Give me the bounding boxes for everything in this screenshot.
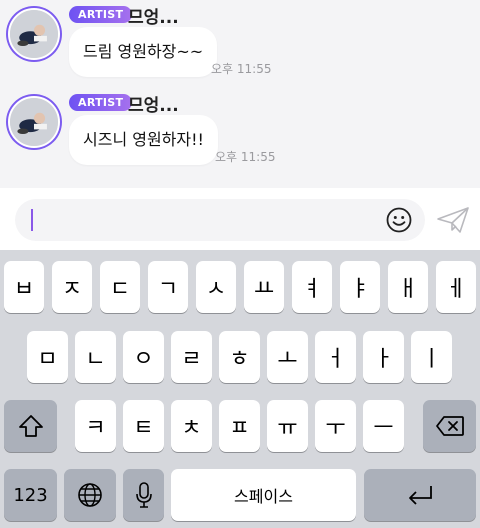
artist-badge: ARTIST: [69, 94, 133, 111]
key[interactable]: ㅅ: [196, 261, 236, 313]
message-bubble: 시즈니 영원하자!!: [69, 115, 218, 165]
shift-arrow-icon: [18, 415, 43, 437]
microphone-icon: [135, 482, 152, 508]
key[interactable]: ㄴ: [75, 331, 116, 383]
key[interactable]: ㅓ: [315, 331, 356, 383]
smiley-icon[interactable]: [386, 207, 412, 233]
sender-name: 므엉...: [128, 8, 179, 28]
key[interactable]: ㅣ: [411, 331, 452, 383]
key[interactable]: ㅁ: [27, 331, 68, 383]
message-time: 오후 11:55: [211, 62, 272, 76]
key[interactable]: ㅈ: [52, 261, 92, 313]
paper-plane-icon[interactable]: [436, 205, 470, 235]
avatar[interactable]: [6, 6, 62, 62]
key[interactable]: ㅐ: [388, 261, 428, 313]
key[interactable]: ㄱ: [148, 261, 188, 313]
key[interactable]: ㅗ: [267, 331, 308, 383]
key[interactable]: ㅡ: [363, 400, 404, 452]
message-input-bar: [0, 188, 480, 250]
chat-area: ARTIST 므엉... 드림 영원하장~~ 오후 11:55 ARTIST 므…: [0, 0, 480, 188]
key[interactable]: ㅠ: [267, 400, 308, 452]
key[interactable]: ㅏ: [363, 331, 404, 383]
space-key[interactable]: 스페이스: [171, 469, 356, 521]
key[interactable]: ㅋ: [75, 400, 116, 452]
message-bubble: 드림 영원하장~~: [69, 27, 218, 77]
return-icon: [409, 486, 432, 505]
globe-key[interactable]: [64, 469, 116, 521]
key[interactable]: ㅕ: [292, 261, 332, 313]
key[interactable]: ㅑ: [340, 261, 380, 313]
text-caret: [31, 209, 33, 231]
key[interactable]: ㅌ: [123, 400, 164, 452]
avatar[interactable]: [6, 94, 62, 150]
key[interactable]: ㅂ: [4, 261, 44, 313]
sender-name: 므엉...: [128, 96, 179, 116]
key[interactable]: ㅜ: [315, 400, 356, 452]
globe-icon: [78, 483, 102, 507]
key[interactable]: ㅊ: [171, 400, 212, 452]
key[interactable]: ㅍ: [219, 400, 260, 452]
key[interactable]: ㅛ: [244, 261, 284, 313]
dictation-key[interactable]: [123, 469, 164, 521]
shift-key[interactable]: [4, 400, 57, 452]
backspace-icon: [435, 416, 464, 436]
keyboard: ㅂ ㅈ ㄷ ㄱ ㅅ ㅛ ㅕ ㅑ ㅐ ㅔ ㅁ ㄴ ㅇ ㄹ ㅎ ㅗ ㅓ ㅏ ㅣ ㅋ …: [0, 250, 480, 528]
key[interactable]: ㄷ: [100, 261, 140, 313]
artist-badge: ARTIST: [69, 6, 133, 23]
return-key[interactable]: [364, 469, 476, 521]
key[interactable]: ㅎ: [219, 331, 260, 383]
chat-message: ARTIST 므엉... 드림 영원하장~~ 오후 11:55: [0, 0, 480, 90]
message-input[interactable]: [15, 199, 425, 241]
delete-key[interactable]: [423, 400, 476, 452]
key[interactable]: ㅇ: [123, 331, 164, 383]
key[interactable]: ㄹ: [171, 331, 212, 383]
key[interactable]: ㅔ: [436, 261, 476, 313]
message-time: 오후 11:55: [215, 150, 276, 164]
numbers-key[interactable]: 123: [4, 469, 57, 521]
chat-message: ARTIST 므엉... 시즈니 영원하자!! 오후 11:55: [0, 88, 480, 178]
